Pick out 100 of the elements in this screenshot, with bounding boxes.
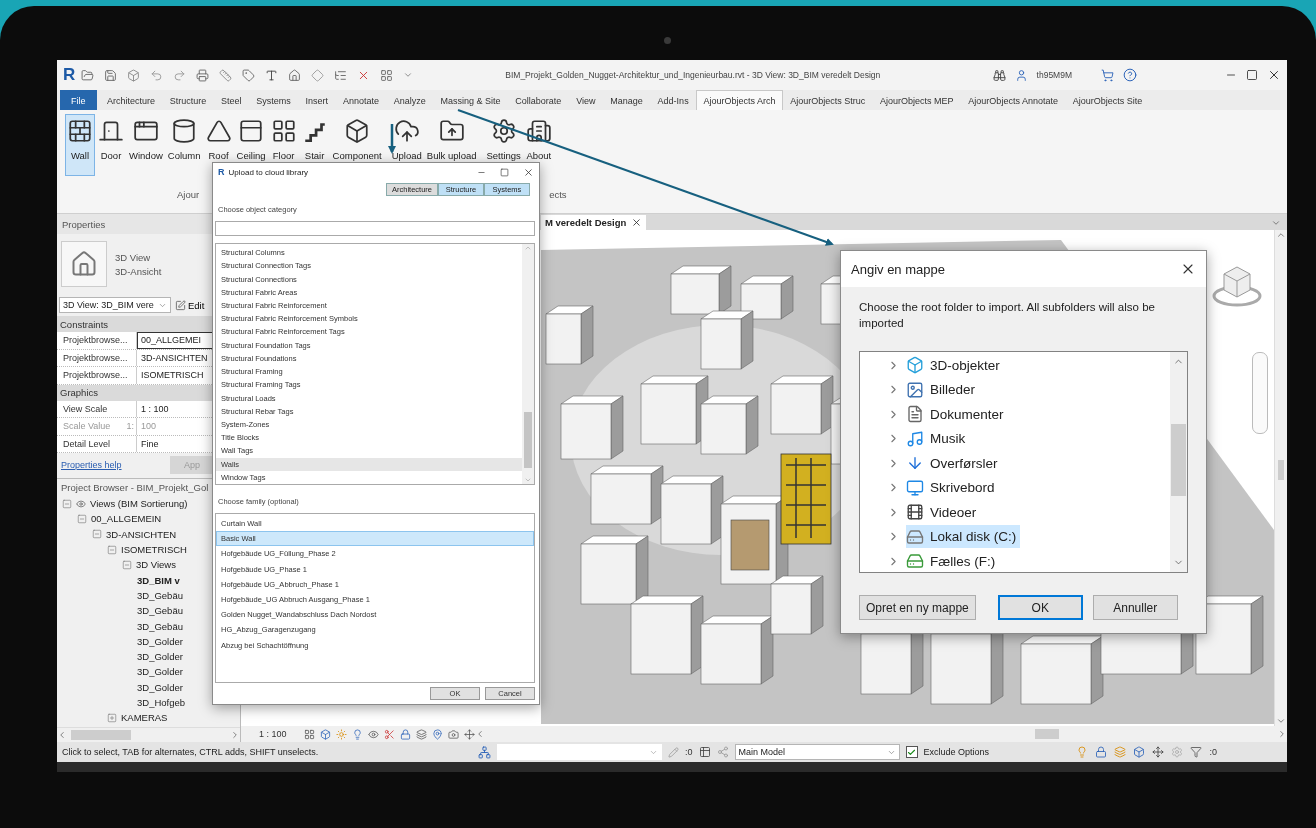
list-icon[interactable] [334,68,348,82]
ribbon-button[interactable]: Window [127,114,165,165]
tree-item[interactable]: ISOMETRISCH [121,544,187,556]
model-dropdown[interactable]: Main Model [734,744,900,760]
folder-item[interactable]: Fælles (F:) [906,549,1000,573]
tree-item[interactable]: 3D_Gebäu [137,589,183,601]
ribbon-tab[interactable]: Collaborate [507,90,569,110]
folder-item[interactable]: Videoer [906,500,981,524]
edit-type-button[interactable]: Edit [175,299,205,311]
ribbon-button[interactable]: Wall [65,114,95,176]
redo-icon[interactable] [173,68,187,82]
tag-icon[interactable] [242,68,256,82]
ribbon-tab[interactable]: Structure [162,90,214,110]
caret-icon[interactable] [403,70,414,80]
ribbon-tab[interactable]: Systems [248,90,299,110]
pin-icon[interactable] [431,728,443,740]
ribbon-tab[interactable]: Massing & Site [433,90,508,110]
scrollbar-thumb[interactable] [1034,729,1059,739]
maximize-icon[interactable] [500,167,509,177]
ribbon-button[interactable]: Bulk upload [424,114,479,165]
text-icon[interactable] [265,68,279,82]
ribbon-button[interactable]: Ceiling [234,114,268,165]
ribbon-button[interactable]: Component [330,114,384,165]
undo-icon[interactable] [150,68,164,82]
collapse-box-icon[interactable] [62,498,72,509]
save-icon[interactable] [104,68,118,82]
tree-item[interactable]: Views (BIM Sortierung) [90,498,188,510]
layers-icon[interactable] [1114,746,1127,758]
tree-item[interactable]: 3D Views [136,559,176,571]
ok-button[interactable]: OK [997,595,1083,620]
lightbulb-icon[interactable] [1076,746,1089,758]
ribbon-button[interactable]: Roof [203,114,234,165]
view-selector-dropdown[interactable]: 3D View: 3D_BIM vere [59,297,171,313]
navigation-bar[interactable] [1252,352,1268,434]
diamond-icon[interactable] [311,68,325,82]
scrollbar[interactable] [57,727,240,742]
collapse-box-icon[interactable] [92,529,102,540]
ribbon-tab[interactable]: View [568,90,603,110]
tree-item[interactable]: 3D_Golder [137,681,183,693]
lock-icon[interactable] [1095,746,1108,758]
sun-icon[interactable] [335,728,347,740]
folder-item[interactable]: Skrivebord [906,476,999,500]
ribbon-tab[interactable]: Analyze [386,90,434,110]
folder-item[interactable]: Overførsler [906,451,1002,475]
camera-icon[interactable] [447,728,459,740]
ribbon-tab[interactable]: AjourObjects Arch [696,90,783,110]
ribbon-tab[interactable]: Architecture [99,90,163,110]
file-tab[interactable]: File [60,90,97,110]
collapse-box-icon[interactable] [77,513,87,524]
move-icon[interactable] [463,728,475,740]
cart-icon[interactable] [1101,68,1114,82]
eye-icon[interactable] [367,728,379,740]
printer-icon[interactable] [196,68,210,82]
search-field[interactable] [215,221,535,236]
tree-item[interactable]: 3D_Gebäu [137,605,183,617]
ribbon-button[interactable]: Floor [268,114,299,165]
folder-item[interactable]: Lokal disk (C:) [906,525,1021,549]
folder-item[interactable]: 3D-objekter [906,353,1004,377]
ribbon-button[interactable]: Upload [389,114,424,165]
ribbon-button[interactable]: Column [165,114,203,165]
scrollbar[interactable] [1274,230,1287,726]
lock-icon[interactable] [399,728,411,740]
network-icon[interactable] [478,745,491,759]
cube-icon[interactable] [127,68,141,82]
tree-item[interactable]: 00_ALLGEMEIN [91,513,162,525]
folder-icon[interactable] [81,68,95,82]
ribbon-button[interactable]: Settings [484,114,523,165]
filter-icon[interactable] [1190,746,1203,758]
ribbon-tab[interactable]: Add-Ins [650,90,697,110]
table-icon[interactable] [698,746,711,758]
ribbon-tab[interactable]: Steel [213,90,249,110]
ribbon-tab[interactable]: Manage [602,90,651,110]
tree-item[interactable]: 3D_BIM v [137,574,180,586]
house-icon[interactable] [288,68,302,82]
binoculars-icon[interactable] [992,68,1006,82]
cube-icon[interactable] [319,728,331,740]
move-icon[interactable] [1152,746,1165,758]
ribbon-tab[interactable]: Annotate [335,90,387,110]
folder-item[interactable]: Billeder [906,378,980,402]
ribbon-button[interactable]: Door [96,114,126,165]
close-icon[interactable] [1267,68,1281,82]
tree-item[interactable]: 3D_Golder [137,666,183,678]
share-icon[interactable] [716,746,729,758]
checkbox[interactable] [905,746,918,758]
tree-item[interactable]: 3D_Hofgeb [137,697,186,708]
close-icon[interactable] [523,166,534,178]
scrollbar-thumb[interactable] [1278,460,1284,480]
layers-icon[interactable] [415,728,427,740]
scrollbar-thumb[interactable] [71,730,131,740]
help-link[interactable]: Properties help [61,460,122,470]
folder-item[interactable]: Musik [906,427,970,451]
tree-item[interactable]: 3D_Golder [137,651,183,663]
user-name[interactable]: th95M9M [1036,70,1072,80]
tree-item[interactable]: 3D-ANSICHTEN [106,528,177,540]
cancel-button[interactable]: Annuller [1092,595,1178,620]
scrollbar[interactable] [1170,352,1187,572]
ribbon-tab[interactable]: AjourObjects MEP [872,90,961,110]
ruler-icon[interactable] [219,68,233,82]
ribbon-button[interactable]: About [523,114,554,165]
help-icon[interactable] [1123,68,1137,82]
